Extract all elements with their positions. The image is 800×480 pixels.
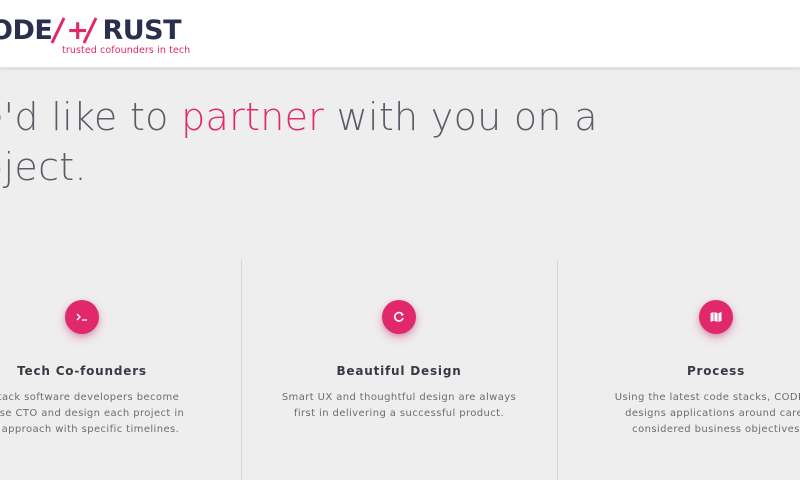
logo-plus: +: [66, 15, 89, 46]
feature-desc-line: considered business objectives: [632, 424, 800, 435]
feature-desc-line: first in delivering a successful product…: [293, 408, 505, 419]
feature-desc-line: Using the latest code stacks, CODE/+: [614, 392, 800, 403]
feature-beautiful-design: Beautiful Design Smart UX and thoughtful…: [239, 300, 559, 422]
feature-tech-cofounders: Tech Co-founders l-stack software develo…: [0, 300, 242, 438]
hero-highlight-word: partner: [181, 95, 325, 139]
site-header: ODE + RUST trusted cofounders in tech: [0, 0, 800, 68]
hero-text-after: with you on a: [324, 95, 598, 139]
hero-line-2: oject.: [0, 145, 87, 189]
code-trust-logo[interactable]: ODE + RUST trusted cofounders in tech: [0, 10, 200, 58]
feature-description: Using the latest code stacks, CODE/+ des…: [556, 390, 800, 438]
feature-desc-line: l-stack software developers become: [0, 392, 180, 403]
feature-desc-line: Smart UX and thoughtful design are alway…: [281, 392, 517, 403]
feature-title: Tech Co-founders: [17, 364, 147, 378]
hero-line-1: e'd like to partner with you on a: [0, 92, 800, 142]
logo-part-code: ODE: [0, 15, 53, 46]
map-icon: [699, 300, 733, 334]
hero-heading: e'd like to partner with you on a oject.: [0, 92, 800, 192]
feature-title: Beautiful Design: [336, 364, 462, 378]
feature-process: Process Using the latest code stacks, CO…: [556, 300, 800, 438]
feature-description: Smart UX and thoughtful design are alway…: [239, 390, 559, 422]
feature-description: l-stack software developers become house…: [0, 390, 242, 438]
logo-tagline: trusted cofounders in tech: [62, 45, 191, 56]
hero-text-before: e'd like to: [0, 95, 182, 139]
feature-desc-line: designs applications around caref: [625, 408, 800, 419]
terminal-icon: [65, 300, 99, 334]
feature-title: Process: [686, 364, 746, 378]
refresh-icon: [382, 300, 416, 334]
logo-wordmark: ODE + RUST: [0, 15, 182, 46]
feature-desc-line: house CTO and design each project in: [0, 408, 185, 419]
feature-desc-line: ed approach with specific timelines.: [0, 424, 180, 435]
logo-part-trust: RUST: [102, 15, 182, 46]
